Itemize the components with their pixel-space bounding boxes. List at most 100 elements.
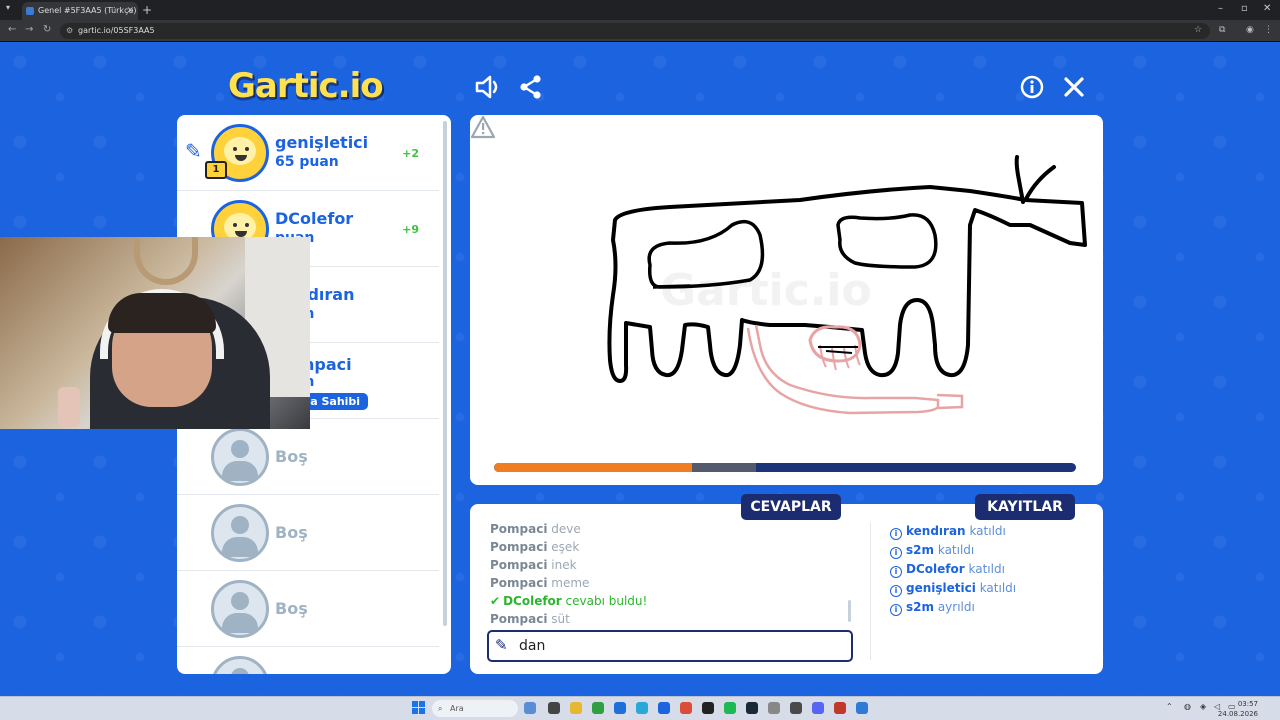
network-icon[interactable]: ◈ — [1200, 702, 1206, 711]
profile-icon[interactable]: ◉ — [1246, 25, 1254, 35]
browser-tabbar: ▾ Genel #5F3AA5 (Türkçe) - Gartic.io ✕ +… — [0, 0, 1280, 20]
favicon-icon — [26, 7, 34, 15]
timer-fill-secondary — [692, 463, 756, 472]
steam-icon[interactable] — [746, 702, 758, 714]
system-clock[interactable]: 03:57 24.08.2026 — [1218, 699, 1258, 719]
app-icon[interactable] — [636, 702, 648, 714]
player-row[interactable]: ✎ 1 genişletici 65 puan +2 — [177, 115, 439, 191]
back-button[interactable]: ← — [8, 24, 16, 35]
chat-message: Pompaci eşek — [490, 540, 580, 554]
gartic-logo[interactable]: Gartic.io — [228, 66, 384, 106]
log-entry: i DColefor katıldı — [890, 560, 1090, 579]
app-icon[interactable] — [592, 702, 604, 714]
taskbar-search[interactable]: ⌕ Ara — [432, 700, 518, 717]
info-icon: i — [890, 547, 902, 559]
player-points: 65 puan — [275, 154, 339, 170]
app-icon[interactable] — [658, 702, 670, 714]
folder-icon[interactable] — [570, 702, 582, 714]
cow-drawing: Gartic.io — [607, 155, 1087, 415]
panel-divider — [870, 522, 871, 660]
minimize-button[interactable]: – — [1218, 3, 1223, 14]
answers-list: Pompaci deve Pompaci eşek Pompaci inek P… — [490, 520, 860, 626]
answers-panel: Pompaci deve Pompaci eşek Pompaci inek P… — [470, 504, 1103, 674]
app-icon[interactable] — [524, 702, 536, 714]
info-icon[interactable] — [1020, 75, 1044, 99]
answer-input[interactable] — [519, 637, 839, 655]
watermark-logo: Gartic.io — [660, 265, 872, 316]
empty-avatar-icon — [211, 504, 269, 562]
share-icon[interactable] — [518, 74, 544, 100]
pencil-icon: ✎ — [495, 636, 508, 654]
maximize-button[interactable]: ▫ — [1241, 3, 1248, 14]
empty-slot: Boş — [177, 571, 439, 647]
app-icon[interactable] — [548, 702, 560, 714]
reload-button[interactable]: ↻ — [43, 24, 51, 35]
chat-message-success: ✔ DColefor cevabı buldu! — [490, 594, 648, 608]
close-window-button[interactable]: ✕ — [1263, 3, 1271, 14]
tab-menu-icon[interactable]: ▾ — [6, 3, 10, 12]
edge-icon[interactable] — [614, 702, 626, 714]
trophy-icon: 1 — [205, 161, 227, 179]
chat-message: Pompaci süt — [490, 612, 570, 626]
log-entry: i s2m ayrıldı — [890, 598, 1090, 617]
forward-button[interactable]: → — [25, 24, 33, 35]
empty-slot: Boş — [177, 419, 439, 495]
browser-menu-icon[interactable]: ⋮ — [1264, 25, 1273, 35]
drawing-canvas[interactable]: Gartic.io — [470, 115, 1103, 485]
timer-fill — [494, 463, 692, 472]
bookmark-star-icon[interactable]: ☆ — [1194, 25, 1202, 35]
new-tab-button[interactable]: + — [142, 2, 152, 18]
empty-slot-label: Boş — [275, 599, 308, 618]
discord-icon[interactable] — [812, 702, 824, 714]
url-text: gartic.io/05SF3AA5 — [78, 26, 155, 35]
tray-chevron-icon[interactable]: ⌃ — [1166, 702, 1173, 711]
sound-icon[interactable] — [474, 74, 502, 100]
browser-tab[interactable]: Genel #5F3AA5 (Türkçe) - Gartic.io ✕ — [22, 2, 138, 20]
app-icon[interactable] — [768, 702, 780, 714]
clock-date: 24.08.2026 — [1217, 710, 1258, 718]
info-icon: i — [890, 604, 902, 616]
points-delta: +2 — [402, 147, 419, 160]
tab-logs[interactable]: KAYITLAR — [975, 494, 1075, 520]
answer-input-box[interactable]: ✎ — [487, 630, 853, 662]
info-icon: i — [890, 585, 902, 597]
game-area: Gartic.io ✎ 1 genişletici 65 puan +2 DCo… — [0, 42, 1280, 696]
url-field[interactable]: ⚙ gartic.io/05SF3AA5 — [60, 23, 1210, 39]
log-entry: i genişletici katıldı — [890, 579, 1090, 598]
log-entry: i kendıran katıldı — [890, 522, 1090, 541]
empty-slot-label: Boş — [275, 523, 308, 542]
app-icon[interactable] — [834, 702, 846, 714]
address-bar: ← → ↻ ⚙ gartic.io/05SF3AA5 ☆ ⧉ ◉ ⋮ — [0, 20, 1280, 42]
clock-time: 03:57 — [1237, 700, 1258, 708]
player-name: genişletici — [275, 133, 369, 152]
empty-slot: Boş — [177, 495, 439, 571]
spotify-icon[interactable] — [724, 702, 736, 714]
taskbar-search-label: Ara — [450, 704, 464, 713]
chrome-icon[interactable] — [680, 702, 692, 714]
start-menu-icon[interactable] — [412, 701, 426, 715]
info-icon: i — [890, 528, 902, 540]
chat-message: Pompaci meme — [490, 576, 590, 590]
empty-slot — [177, 647, 439, 674]
extensions-icon[interactable]: ⧉ — [1219, 25, 1225, 35]
chat-message: Pompaci deve — [490, 522, 581, 536]
empty-slot-label: Boş — [275, 447, 308, 466]
app-icon[interactable] — [856, 702, 868, 714]
tab-title: Genel #5F3AA5 (Türkçe) - Gartic.io — [38, 6, 138, 15]
drawing-pencil-icon: ✎ — [185, 139, 202, 163]
empty-avatar-icon — [211, 656, 269, 674]
search-icon: ⌕ — [438, 704, 443, 713]
logs-list: i kendıran katıldı i s2m katıldı i DColefor… — [890, 522, 1090, 617]
close-icon[interactable] — [1063, 76, 1085, 98]
tray-app-icon[interactable]: ◍ — [1184, 702, 1191, 711]
site-info-icon[interactable]: ⚙ — [66, 23, 73, 39]
players-scrollbar[interactable] — [443, 121, 447, 626]
tab-answers[interactable]: CEVAPLAR — [741, 494, 841, 520]
answers-scrollbar[interactable] — [848, 600, 851, 622]
empty-avatar-icon — [211, 580, 269, 638]
player-name: DColefor — [275, 209, 354, 228]
close-tab-icon[interactable]: ✕ — [126, 2, 134, 20]
app-icon[interactable] — [702, 702, 714, 714]
report-warning-icon[interactable] — [470, 115, 496, 139]
app-icon[interactable] — [790, 702, 802, 714]
